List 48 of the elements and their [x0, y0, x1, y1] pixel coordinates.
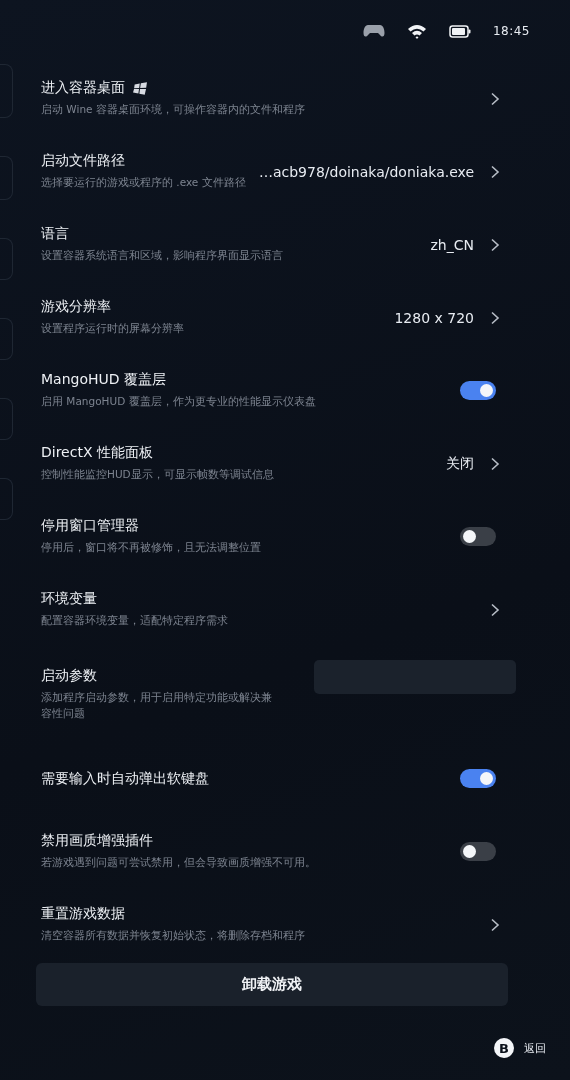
setting-description: 控制性能监控HUD显示，可显示帧数等调试信息: [41, 467, 275, 483]
setting-description: 设置容器系统语言和区域，影响程序界面显示语言: [41, 248, 284, 264]
setting-title: 启动参数: [41, 667, 97, 686]
toggle-switch[interactable]: [460, 381, 496, 400]
setting-value: …acb978/doinaka/doniaka.exe: [258, 163, 474, 180]
chevron-icon: [490, 164, 500, 179]
back-hint[interactable]: 返回: [524, 1040, 546, 1056]
clock-time: 18:45: [492, 24, 530, 38]
setting-title: 进入容器桌面: [41, 79, 125, 98]
side-card: [0, 478, 13, 520]
setting-title: 重置游戏数据: [41, 905, 125, 924]
gamepad-icon: [362, 24, 385, 38]
side-card: [0, 398, 13, 440]
chevron-icon: [490, 310, 500, 325]
setting-title: MangoHUD 覆盖层: [41, 371, 166, 390]
battery-icon: [448, 24, 471, 38]
setting-description: 清空容器所有数据并恢复初始状态，将删除存档和程序: [41, 928, 306, 944]
side-card: [0, 318, 13, 360]
setting-title: 环境变量: [41, 590, 97, 609]
wifi-icon: [406, 23, 427, 39]
controller-key-badge: B: [494, 1038, 514, 1058]
setting-title: 需要输入时自动弹出软键盘: [41, 769, 209, 788]
setting-title: 启动文件路径: [41, 152, 125, 171]
setting-description: 添加程序启动参数，用于启用特定功能或解决兼容性问题: [41, 690, 273, 721]
chevron-icon: [490, 602, 500, 617]
setting-description: 若游戏遇到问题可尝试禁用，但会导致画质增强不可用。: [41, 855, 317, 871]
setting-description: 启动 Wine 容器桌面环境，可操作容器内的文件和程序: [41, 102, 306, 118]
toggle-switch[interactable]: [460, 842, 496, 861]
toggle-switch[interactable]: [460, 527, 496, 546]
setting-value: zh_CN: [430, 236, 474, 253]
setting-title: DirectX 性能面板: [41, 444, 153, 463]
toggle-switch[interactable]: [460, 769, 496, 788]
setting-title: 游戏分辨率: [41, 298, 111, 317]
uninstall-button[interactable]: 卸载游戏: [36, 963, 508, 1006]
setting-description: 停用后，窗口将不再被修饰，且无法调整位置: [41, 540, 262, 556]
setting-description: 设置程序运行时的屏幕分辨率: [41, 321, 185, 337]
setting-value: 1280 x 720: [394, 309, 474, 326]
chevron-icon: [490, 456, 500, 471]
setting-title: 禁用画质增强插件: [41, 832, 153, 851]
setting-description: 配置容器环境变量，适配特定程序需求: [41, 613, 229, 629]
chevron-icon: [490, 917, 500, 932]
chevron-icon: [490, 91, 500, 106]
chevron-icon: [490, 237, 500, 252]
setting-description: 启用 MangoHUD 覆盖层，作为更专业的性能显示仪表盘: [41, 394, 317, 410]
setting-title: 语言: [41, 225, 69, 244]
setting-title: 停用窗口管理器: [41, 517, 139, 536]
setting-value: 关闭: [446, 454, 474, 473]
setting-description: 选择要运行的游戏或程序的 .exe 文件路径: [41, 175, 247, 191]
